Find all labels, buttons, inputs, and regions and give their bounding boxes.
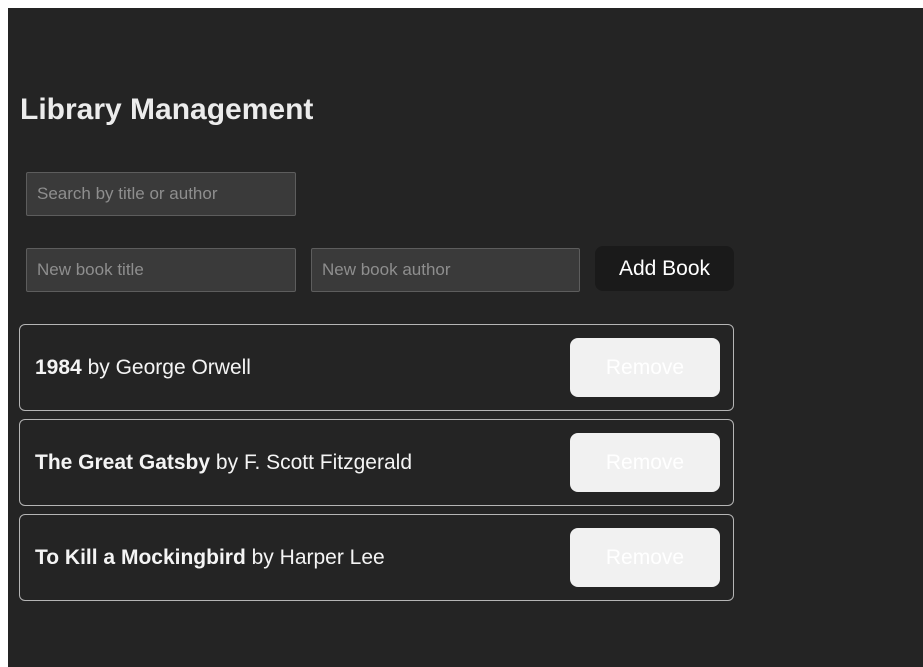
library-app: Library Management Add Book 1984 by Geor… — [8, 8, 923, 667]
book-title: To Kill a Mockingbird — [35, 546, 246, 569]
book-item: 1984 by George Orwell Remove — [19, 324, 734, 411]
book-title: The Great Gatsby — [35, 451, 211, 474]
remove-book-button[interactable]: Remove — [570, 528, 720, 587]
book-item: The Great Gatsby by F. Scott Fitzgerald … — [19, 419, 734, 506]
book-text: 1984 by George Orwell — [35, 325, 251, 410]
book-author: F. Scott Fitzgerald — [243, 451, 412, 474]
new-book-author-input[interactable] — [311, 248, 580, 292]
book-author: George Orwell — [115, 356, 251, 379]
remove-book-button[interactable]: Remove — [570, 433, 720, 492]
book-text: To Kill a Mockingbird by Harper Lee — [35, 515, 385, 600]
page-title: Library Management — [20, 93, 314, 126]
add-book-button[interactable]: Add Book — [595, 246, 734, 291]
book-list: 1984 by George Orwell Remove The Great G… — [19, 324, 734, 609]
new-book-title-input[interactable] — [26, 248, 296, 292]
remove-book-button[interactable]: Remove — [570, 338, 720, 397]
book-item: To Kill a Mockingbird by Harper Lee Remo… — [19, 514, 734, 601]
search-input[interactable] — [26, 172, 296, 216]
book-by: by — [87, 356, 110, 379]
book-by: by — [215, 451, 239, 474]
book-title: 1984 — [35, 356, 82, 379]
book-by: by — [251, 546, 274, 569]
book-author: Harper Lee — [279, 546, 385, 569]
book-text: The Great Gatsby by F. Scott Fitzgerald — [35, 420, 412, 505]
